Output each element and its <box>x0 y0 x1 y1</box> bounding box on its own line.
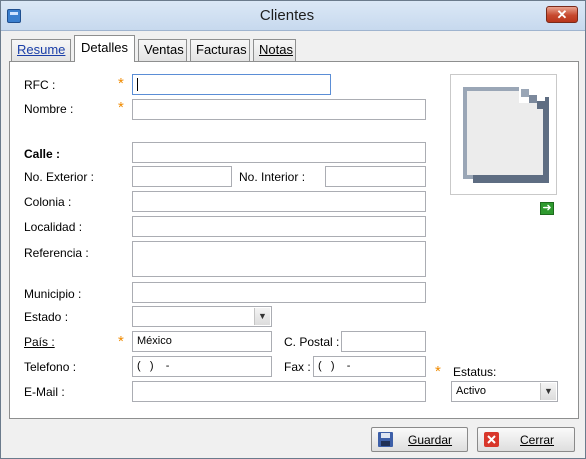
tab-resume[interactable]: Resume <box>11 39 71 61</box>
nombre-required-marker: * <box>118 99 124 116</box>
rfc-input[interactable] <box>132 74 331 95</box>
tab-notas[interactable]: Notas <box>253 39 296 61</box>
codigo-postal-input[interactable] <box>341 331 426 352</box>
document-placeholder-icon <box>463 87 549 183</box>
no-interior-label: No. Interior : <box>239 170 306 184</box>
colonia-label: Colonia : <box>24 195 72 209</box>
referencia-textarea[interactable] <box>132 241 426 277</box>
fax-label: Fax : <box>284 360 311 374</box>
estatus-label: Estatus: <box>453 365 497 379</box>
no-exterior-label: No. Exterior : <box>24 170 95 184</box>
guardar-button[interactable]: Guardar <box>371 427 468 452</box>
fax-input[interactable]: ( ) - <box>313 356 426 377</box>
rfc-label: RFC : <box>24 78 56 92</box>
colonia-input[interactable] <box>132 191 426 212</box>
window-title: Clientes <box>259 7 315 24</box>
clientes-window: Clientes ✕ Resume Detalles Ventas Factur… <box>0 0 586 459</box>
cerrar-button[interactable]: Cerrar <box>477 427 575 452</box>
arrow-right-icon[interactable]: ➜ <box>540 202 554 215</box>
codigo-postal-label: C. Postal : <box>284 335 340 349</box>
email-input[interactable] <box>132 381 426 402</box>
municipio-label: Municipio : <box>24 287 82 301</box>
nombre-input[interactable] <box>132 99 426 120</box>
localidad-label: Localidad : <box>24 220 83 234</box>
tab-facturas[interactable]: Facturas <box>190 39 250 61</box>
chevron-down-icon[interactable]: ▼ <box>254 308 270 325</box>
pais-required-marker: * <box>118 333 124 350</box>
no-interior-input[interactable] <box>325 166 426 187</box>
tab-ventas[interactable]: Ventas <box>138 39 187 61</box>
calle-label: Calle : <box>24 147 61 161</box>
guardar-label: Guardar <box>408 433 453 447</box>
photo-box <box>450 74 557 195</box>
window-close-button[interactable]: ✕ <box>546 6 578 23</box>
tab-detalles[interactable]: Detalles <box>74 35 135 62</box>
text-caret <box>137 78 138 91</box>
nombre-label: Nombre : <box>24 102 74 116</box>
estado-label: Estado : <box>24 310 69 324</box>
pais-input[interactable]: México <box>132 331 272 352</box>
red-x-icon <box>484 432 499 447</box>
pais-label: País : <box>24 335 55 349</box>
localidad-input[interactable] <box>132 216 426 237</box>
estatus-required-marker: * <box>435 363 441 380</box>
no-exterior-input[interactable] <box>132 166 232 187</box>
municipio-input[interactable] <box>132 282 426 303</box>
email-label: E-Mail : <box>24 385 65 399</box>
title-bar: Clientes ✕ <box>1 1 585 31</box>
chevron-down-icon[interactable]: ▼ <box>540 383 556 400</box>
cerrar-label: Cerrar <box>520 433 555 447</box>
referencia-label: Referencia : <box>24 246 89 260</box>
floppy-disk-icon <box>378 432 393 447</box>
estatus-select[interactable]: Activo ▼ <box>451 381 558 402</box>
telefono-label: Telefono : <box>24 360 77 374</box>
calle-input[interactable] <box>132 142 426 163</box>
rfc-required-marker: * <box>118 75 124 92</box>
estatus-value: Activo <box>456 385 486 397</box>
telefono-input[interactable]: ( ) - <box>132 356 272 377</box>
estado-select[interactable]: ▼ <box>132 306 272 327</box>
